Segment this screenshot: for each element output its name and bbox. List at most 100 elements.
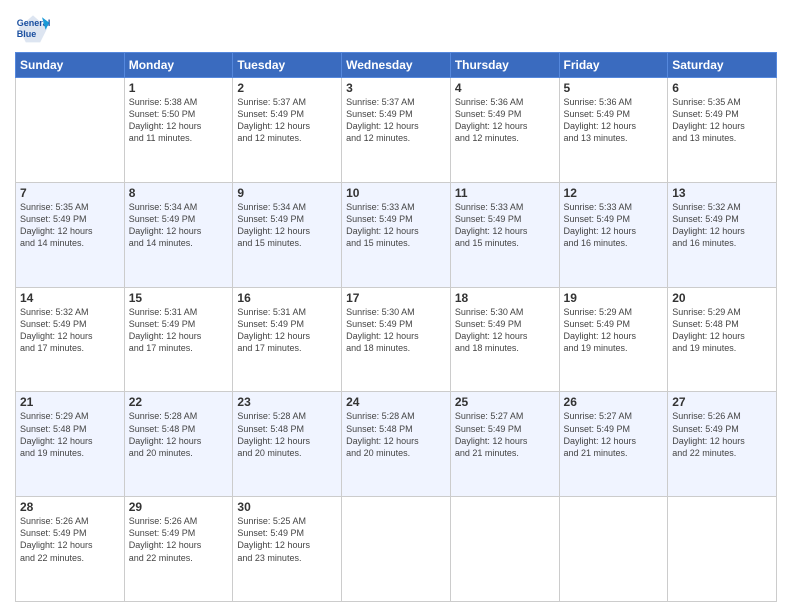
day-number: 18	[455, 291, 555, 305]
week-row-5: 28Sunrise: 5:26 AM Sunset: 5:49 PM Dayli…	[16, 497, 777, 602]
day-number: 2	[237, 81, 337, 95]
calendar-cell: 16Sunrise: 5:31 AM Sunset: 5:49 PM Dayli…	[233, 287, 342, 392]
day-number: 8	[129, 186, 229, 200]
calendar-cell: 7Sunrise: 5:35 AM Sunset: 5:49 PM Daylig…	[16, 182, 125, 287]
day-info: Sunrise: 5:26 AM Sunset: 5:49 PM Dayligh…	[20, 515, 120, 564]
calendar-table: Sunday Monday Tuesday Wednesday Thursday…	[15, 52, 777, 602]
col-sunday: Sunday	[16, 53, 125, 78]
day-number: 30	[237, 500, 337, 514]
day-number: 19	[564, 291, 664, 305]
col-monday: Monday	[124, 53, 233, 78]
day-info: Sunrise: 5:26 AM Sunset: 5:49 PM Dayligh…	[672, 410, 772, 459]
day-info: Sunrise: 5:31 AM Sunset: 5:49 PM Dayligh…	[129, 306, 229, 355]
calendar-cell: 15Sunrise: 5:31 AM Sunset: 5:49 PM Dayli…	[124, 287, 233, 392]
calendar-cell: 5Sunrise: 5:36 AM Sunset: 5:49 PM Daylig…	[559, 78, 668, 183]
calendar-cell: 30Sunrise: 5:25 AM Sunset: 5:49 PM Dayli…	[233, 497, 342, 602]
day-info: Sunrise: 5:28 AM Sunset: 5:48 PM Dayligh…	[237, 410, 337, 459]
day-number: 20	[672, 291, 772, 305]
day-number: 5	[564, 81, 664, 95]
day-info: Sunrise: 5:28 AM Sunset: 5:48 PM Dayligh…	[129, 410, 229, 459]
calendar-cell: 4Sunrise: 5:36 AM Sunset: 5:49 PM Daylig…	[450, 78, 559, 183]
calendar-cell	[16, 78, 125, 183]
col-tuesday: Tuesday	[233, 53, 342, 78]
day-info: Sunrise: 5:34 AM Sunset: 5:49 PM Dayligh…	[129, 201, 229, 250]
day-number: 17	[346, 291, 446, 305]
calendar-cell: 24Sunrise: 5:28 AM Sunset: 5:48 PM Dayli…	[342, 392, 451, 497]
day-number: 6	[672, 81, 772, 95]
day-number: 12	[564, 186, 664, 200]
day-number: 14	[20, 291, 120, 305]
day-info: Sunrise: 5:37 AM Sunset: 5:49 PM Dayligh…	[346, 96, 446, 145]
calendar-cell: 2Sunrise: 5:37 AM Sunset: 5:49 PM Daylig…	[233, 78, 342, 183]
day-info: Sunrise: 5:27 AM Sunset: 5:49 PM Dayligh…	[455, 410, 555, 459]
day-number: 29	[129, 500, 229, 514]
day-info: Sunrise: 5:33 AM Sunset: 5:49 PM Dayligh…	[564, 201, 664, 250]
day-number: 1	[129, 81, 229, 95]
day-info: Sunrise: 5:35 AM Sunset: 5:49 PM Dayligh…	[20, 201, 120, 250]
week-row-1: 1Sunrise: 5:38 AM Sunset: 5:50 PM Daylig…	[16, 78, 777, 183]
calendar-cell: 26Sunrise: 5:27 AM Sunset: 5:49 PM Dayli…	[559, 392, 668, 497]
day-number: 21	[20, 395, 120, 409]
day-number: 28	[20, 500, 120, 514]
day-number: 25	[455, 395, 555, 409]
day-number: 24	[346, 395, 446, 409]
week-row-3: 14Sunrise: 5:32 AM Sunset: 5:49 PM Dayli…	[16, 287, 777, 392]
day-number: 27	[672, 395, 772, 409]
logo: General Blue	[15, 10, 55, 46]
calendar-cell: 25Sunrise: 5:27 AM Sunset: 5:49 PM Dayli…	[450, 392, 559, 497]
header: General Blue	[15, 10, 777, 46]
day-number: 13	[672, 186, 772, 200]
day-number: 10	[346, 186, 446, 200]
calendar-cell: 14Sunrise: 5:32 AM Sunset: 5:49 PM Dayli…	[16, 287, 125, 392]
calendar-cell	[342, 497, 451, 602]
calendar-cell: 19Sunrise: 5:29 AM Sunset: 5:49 PM Dayli…	[559, 287, 668, 392]
week-row-4: 21Sunrise: 5:29 AM Sunset: 5:48 PM Dayli…	[16, 392, 777, 497]
col-wednesday: Wednesday	[342, 53, 451, 78]
calendar-cell: 1Sunrise: 5:38 AM Sunset: 5:50 PM Daylig…	[124, 78, 233, 183]
col-saturday: Saturday	[668, 53, 777, 78]
calendar-cell: 21Sunrise: 5:29 AM Sunset: 5:48 PM Dayli…	[16, 392, 125, 497]
col-thursday: Thursday	[450, 53, 559, 78]
day-info: Sunrise: 5:32 AM Sunset: 5:49 PM Dayligh…	[672, 201, 772, 250]
day-info: Sunrise: 5:28 AM Sunset: 5:48 PM Dayligh…	[346, 410, 446, 459]
logo-icon: General Blue	[15, 10, 51, 46]
calendar-cell	[559, 497, 668, 602]
calendar-cell: 29Sunrise: 5:26 AM Sunset: 5:49 PM Dayli…	[124, 497, 233, 602]
day-info: Sunrise: 5:29 AM Sunset: 5:49 PM Dayligh…	[564, 306, 664, 355]
day-info: Sunrise: 5:33 AM Sunset: 5:49 PM Dayligh…	[455, 201, 555, 250]
day-number: 7	[20, 186, 120, 200]
day-info: Sunrise: 5:29 AM Sunset: 5:48 PM Dayligh…	[672, 306, 772, 355]
day-info: Sunrise: 5:37 AM Sunset: 5:49 PM Dayligh…	[237, 96, 337, 145]
calendar-cell: 28Sunrise: 5:26 AM Sunset: 5:49 PM Dayli…	[16, 497, 125, 602]
day-number: 9	[237, 186, 337, 200]
day-info: Sunrise: 5:32 AM Sunset: 5:49 PM Dayligh…	[20, 306, 120, 355]
day-info: Sunrise: 5:38 AM Sunset: 5:50 PM Dayligh…	[129, 96, 229, 145]
day-info: Sunrise: 5:36 AM Sunset: 5:49 PM Dayligh…	[455, 96, 555, 145]
day-number: 4	[455, 81, 555, 95]
day-info: Sunrise: 5:33 AM Sunset: 5:49 PM Dayligh…	[346, 201, 446, 250]
calendar-cell: 6Sunrise: 5:35 AM Sunset: 5:49 PM Daylig…	[668, 78, 777, 183]
calendar-header-row: Sunday Monday Tuesday Wednesday Thursday…	[16, 53, 777, 78]
calendar-cell: 17Sunrise: 5:30 AM Sunset: 5:49 PM Dayli…	[342, 287, 451, 392]
day-number: 16	[237, 291, 337, 305]
calendar-cell: 8Sunrise: 5:34 AM Sunset: 5:49 PM Daylig…	[124, 182, 233, 287]
calendar-cell: 12Sunrise: 5:33 AM Sunset: 5:49 PM Dayli…	[559, 182, 668, 287]
calendar-cell: 9Sunrise: 5:34 AM Sunset: 5:49 PM Daylig…	[233, 182, 342, 287]
day-info: Sunrise: 5:31 AM Sunset: 5:49 PM Dayligh…	[237, 306, 337, 355]
calendar-cell: 23Sunrise: 5:28 AM Sunset: 5:48 PM Dayli…	[233, 392, 342, 497]
day-number: 15	[129, 291, 229, 305]
calendar-cell: 27Sunrise: 5:26 AM Sunset: 5:49 PM Dayli…	[668, 392, 777, 497]
calendar-cell	[668, 497, 777, 602]
calendar-cell: 13Sunrise: 5:32 AM Sunset: 5:49 PM Dayli…	[668, 182, 777, 287]
day-info: Sunrise: 5:27 AM Sunset: 5:49 PM Dayligh…	[564, 410, 664, 459]
day-number: 23	[237, 395, 337, 409]
svg-text:Blue: Blue	[17, 29, 37, 39]
calendar-cell	[450, 497, 559, 602]
col-friday: Friday	[559, 53, 668, 78]
day-info: Sunrise: 5:30 AM Sunset: 5:49 PM Dayligh…	[455, 306, 555, 355]
day-info: Sunrise: 5:25 AM Sunset: 5:49 PM Dayligh…	[237, 515, 337, 564]
day-number: 26	[564, 395, 664, 409]
week-row-2: 7Sunrise: 5:35 AM Sunset: 5:49 PM Daylig…	[16, 182, 777, 287]
day-info: Sunrise: 5:34 AM Sunset: 5:49 PM Dayligh…	[237, 201, 337, 250]
day-info: Sunrise: 5:30 AM Sunset: 5:49 PM Dayligh…	[346, 306, 446, 355]
